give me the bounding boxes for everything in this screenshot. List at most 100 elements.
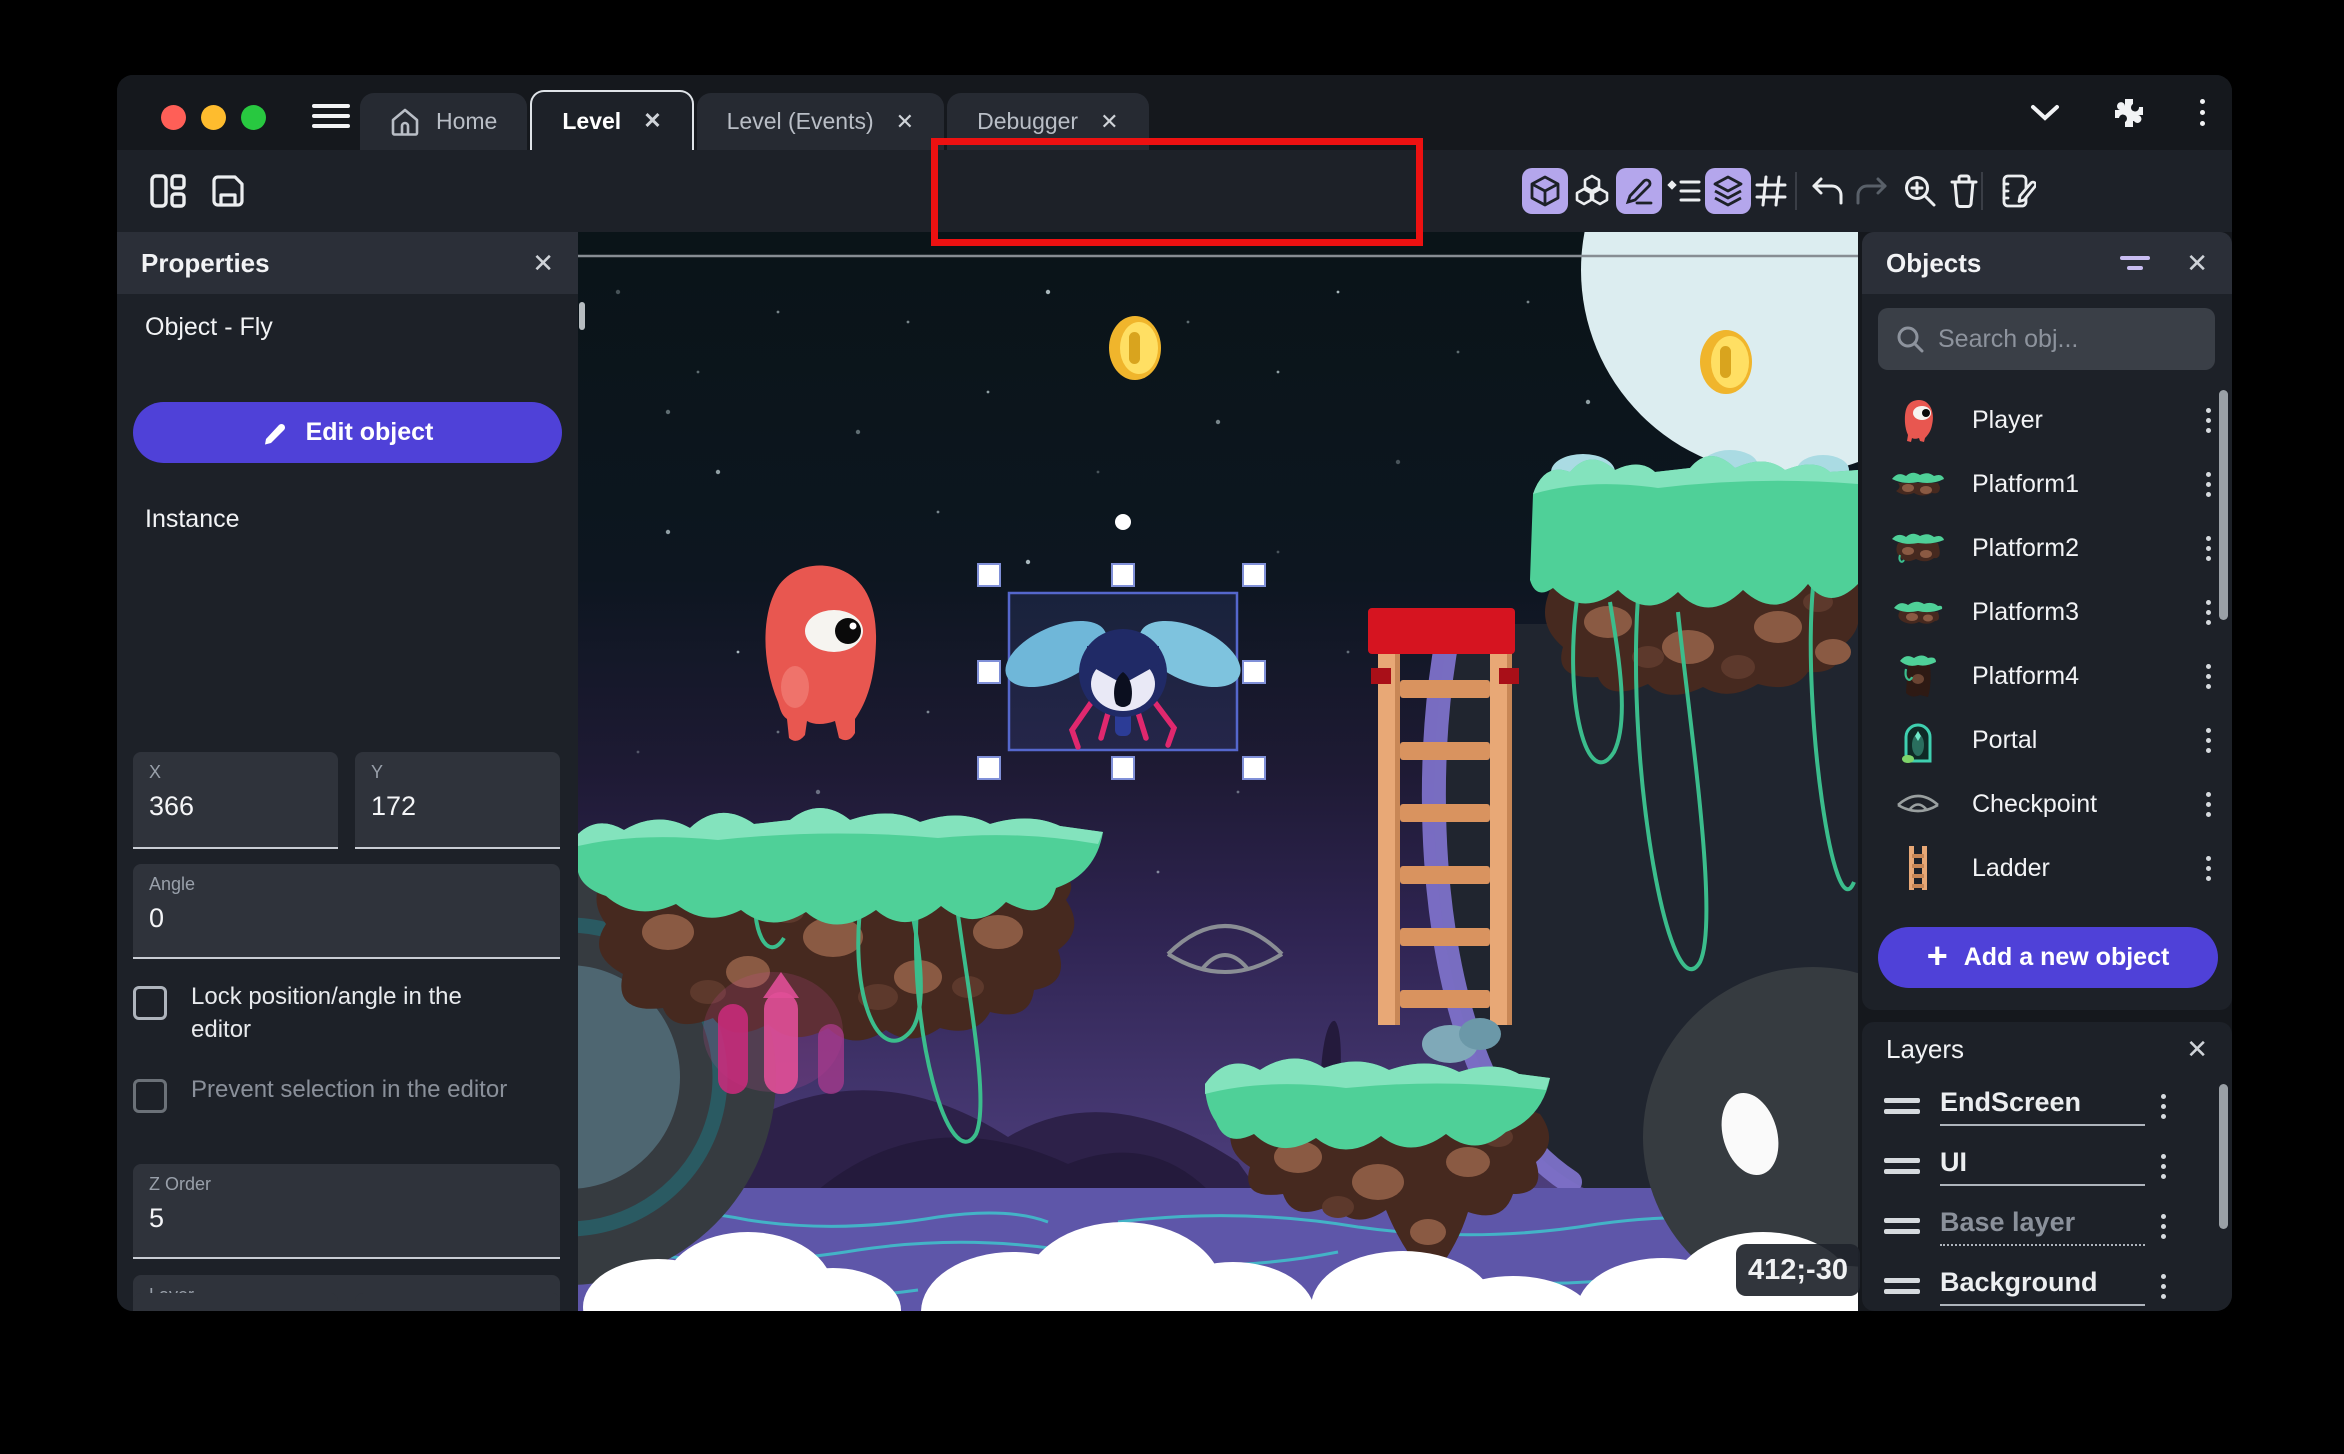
filter-icon[interactable] [2120, 252, 2151, 274]
z-order-field[interactable]: Z Order 5 [133, 1164, 560, 1259]
traffic-light-maximize[interactable] [241, 105, 266, 130]
cut-width-field [133, 1293, 338, 1311]
object-mode-cube-icon[interactable] [1522, 168, 1568, 214]
instances-cubes-icon[interactable] [1569, 168, 1615, 214]
object-name: Platform4 [1972, 661, 2079, 690]
layer-name[interactable]: Base layer [1940, 1207, 2145, 1246]
layer-options-kebab-icon[interactable] [2159, 1153, 2167, 1179]
app-window: Home ✕ Level ✕ Level (Events) ✕ [117, 75, 2232, 1311]
properties-close-icon[interactable]: ✕ [532, 248, 554, 279]
objects-search-box[interactable] [1878, 308, 2215, 370]
layer-row[interactable]: UI [1862, 1136, 2232, 1196]
tab-close-icon[interactable]: ✕ [637, 108, 661, 134]
redo-icon[interactable] [1848, 168, 1894, 214]
layer-list: EndScreen UI Base layer Background [1862, 1076, 2232, 1311]
menu-hamburger-icon[interactable] [312, 104, 350, 130]
object-list: Player Platform1 Platform2 Platform3 Pla… [1862, 388, 2232, 900]
angle-field[interactable]: Angle 0 [133, 864, 560, 959]
extensions-puzzle-icon[interactable] [2112, 96, 2146, 130]
object-options-kebab-icon[interactable] [2204, 535, 2212, 561]
object-options-kebab-icon[interactable] [2204, 855, 2212, 881]
prevent-selection-checkbox[interactable] [133, 1079, 167, 1113]
x-position-field[interactable]: X 366 [133, 752, 338, 849]
layer-row[interactable]: Background [1862, 1256, 2232, 1311]
layer-drag-handle-icon[interactable] [1884, 1218, 1920, 1234]
titlebar: Home ✕ Level ✕ Level (Events) ✕ [117, 75, 2232, 150]
object-options-kebab-icon[interactable] [2204, 727, 2212, 753]
lock-position-label: Lock position/angle in the editor [191, 983, 462, 1044]
layers-scrollbar-thumb[interactable] [2219, 1084, 2228, 1229]
editor-tab[interactable]: Home ✕ [360, 93, 528, 150]
save-icon[interactable] [205, 168, 251, 214]
add-new-object-button[interactable]: + Add a new object [1878, 927, 2218, 988]
layer-drag-handle-icon[interactable] [1884, 1098, 1920, 1114]
window-menu-kebab-icon[interactable] [2198, 99, 2206, 126]
x-field-value[interactable]: 366 [149, 791, 322, 822]
panels-layout-icon[interactable] [145, 168, 191, 214]
fly-sprite-selected[interactable] [996, 591, 1251, 752]
traffic-light-minimize[interactable] [201, 105, 226, 130]
chevron-down-icon[interactable] [2030, 103, 2060, 123]
objects-close-icon[interactable]: ✕ [2186, 248, 2208, 279]
edit-scene-properties-icon[interactable] [1995, 168, 2041, 214]
layer-row[interactable]: EndScreen [1862, 1076, 2232, 1136]
object-name: Portal [1972, 725, 2038, 754]
object-options-kebab-icon[interactable] [2204, 791, 2212, 817]
layer-options-kebab-icon[interactable] [2159, 1273, 2167, 1299]
layers-panel-icon[interactable] [1705, 168, 1751, 214]
coin[interactable] [1109, 316, 1161, 380]
cut-height-field [355, 1293, 560, 1311]
grid-icon[interactable] [1748, 168, 1794, 214]
coin[interactable] [1700, 330, 1752, 394]
canvas-scrollbar-thumb[interactable] [579, 302, 585, 330]
object-list-item[interactable]: Portal [1862, 708, 2232, 772]
tab-close-icon[interactable]: ✕ [1094, 109, 1118, 135]
layer-options-kebab-icon[interactable] [2159, 1213, 2167, 1239]
layer-name[interactable]: EndScreen [1940, 1087, 2145, 1126]
tab-close-icon[interactable]: ✕ [890, 109, 914, 135]
y-field-value[interactable]: 172 [371, 791, 544, 822]
objects-scrollbar-thumb[interactable] [2219, 390, 2228, 620]
object-options-kebab-icon[interactable] [2204, 599, 2212, 625]
z-order-value[interactable]: 5 [149, 1203, 544, 1234]
object-name: Player [1972, 405, 2043, 434]
editor-tab[interactable]: Level (Events) ✕ [696, 93, 945, 150]
object-options-kebab-icon[interactable] [2204, 663, 2212, 689]
object-list-item[interactable]: Platform1 [1862, 452, 2232, 516]
layer-drag-handle-icon[interactable] [1884, 1158, 1920, 1174]
layers-close-icon[interactable]: ✕ [2186, 1034, 2208, 1065]
layer-row[interactable]: Base layer [1862, 1196, 2232, 1256]
properties-title: Properties [141, 247, 270, 278]
object-list-item[interactable]: Player [1862, 388, 2232, 452]
scene-art [360, 75, 1991, 1311]
object-list-item[interactable]: Platform4 [1862, 644, 2232, 708]
objects-search-input[interactable] [1938, 324, 2178, 354]
object-options-kebab-icon[interactable] [2204, 407, 2212, 433]
object-options-kebab-icon[interactable] [2204, 471, 2212, 497]
traffic-light-close[interactable] [161, 105, 186, 130]
angle-field-value[interactable]: 0 [149, 903, 544, 934]
object-thumbnail-icon [1892, 844, 1944, 892]
edit-pencil-mode-icon[interactable] [1616, 168, 1662, 214]
object-list-item[interactable]: Platform2 [1862, 516, 2232, 580]
scene-canvas[interactable]: 412;-30 [360, 75, 1991, 1311]
undo-icon[interactable] [1805, 168, 1851, 214]
rotation-handle[interactable] [1115, 514, 1131, 530]
object-list-item[interactable]: Platform3 [1862, 580, 2232, 644]
layer-options-kebab-icon[interactable] [2159, 1093, 2167, 1119]
y-position-field[interactable]: Y 172 [355, 752, 560, 849]
object-groups-list-icon[interactable] [1661, 168, 1707, 214]
layer-name[interactable]: Background [1940, 1267, 2145, 1306]
x-field-label: X [149, 762, 162, 782]
object-list-item[interactable]: Ladder [1862, 836, 2232, 900]
layer-name[interactable]: UI [1940, 1147, 2145, 1186]
zoom-in-icon[interactable] [1897, 168, 1943, 214]
editor-tab[interactable]: Level ✕ [530, 90, 694, 150]
edit-object-button[interactable]: Edit object [133, 402, 562, 463]
editor-tab[interactable]: Debugger ✕ [947, 93, 1149, 150]
properties-header: Properties ✕ [117, 232, 578, 294]
layer-drag-handle-icon[interactable] [1884, 1278, 1920, 1294]
add-object-label: Add a new object [1963, 943, 2170, 971]
lock-position-checkbox[interactable] [133, 986, 167, 1020]
object-list-item[interactable]: Checkpoint [1862, 772, 2232, 836]
